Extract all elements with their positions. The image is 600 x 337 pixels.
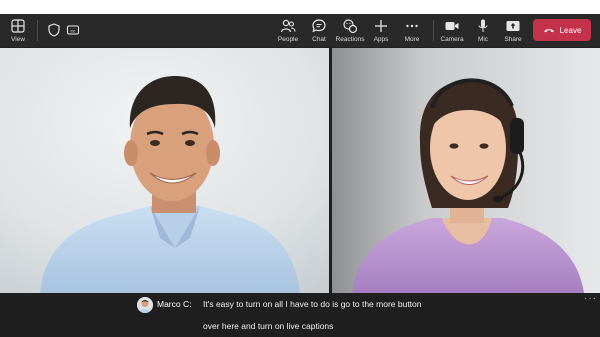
share-button[interactable]: Share — [496, 16, 530, 45]
more-button[interactable]: More — [395, 16, 429, 45]
toolbar-divider — [433, 20, 434, 41]
closed-captions-icon[interactable]: cc — [66, 23, 80, 37]
leave-label: Leave — [559, 25, 582, 35]
reactions-label: Reactions — [335, 36, 365, 43]
grid-view-icon — [11, 19, 25, 33]
chat-button[interactable]: Chat — [302, 16, 336, 45]
meeting-window: View cc People Chat Reactions Apps More … — [0, 14, 600, 337]
reactions-icon — [343, 19, 358, 34]
live-captions-bar: Marco C: It's easy to turn on all I have… — [0, 293, 600, 337]
plus-icon — [375, 20, 387, 32]
share-label: Share — [504, 36, 522, 43]
camera-button[interactable]: Camera — [435, 16, 469, 45]
people-label: People — [277, 36, 299, 43]
microphone-icon — [478, 19, 488, 32]
avatar — [137, 297, 153, 313]
mic-button[interactable]: Mic — [466, 16, 500, 45]
caption-text-line-2: over here and turn on live captions — [203, 321, 334, 331]
video-tile-participant-1[interactable] — [0, 48, 329, 293]
more-icon — [406, 24, 418, 28]
apps-label: Apps — [373, 36, 389, 43]
speaker-avatar-image — [137, 297, 153, 313]
caption-speaker-name: Marco C: — [157, 299, 192, 309]
apps-button[interactable]: Apps — [364, 16, 398, 45]
leave-button[interactable]: Leave — [533, 19, 591, 41]
shield-icon[interactable] — [47, 23, 61, 37]
people-button[interactable]: People — [271, 16, 305, 45]
more-label: More — [404, 36, 420, 43]
view-button[interactable]: View — [1, 16, 35, 45]
participant-video-man — [0, 48, 329, 293]
mic-label: Mic — [477, 36, 489, 43]
camera-label: Camera — [440, 36, 464, 43]
svg-text:cc: cc — [71, 29, 76, 34]
share-screen-icon — [506, 21, 520, 31]
meeting-toolbar: View cc People Chat Reactions Apps More … — [0, 14, 600, 47]
people-icon — [280, 19, 296, 33]
participant-video-woman — [332, 48, 600, 293]
caption-options-icon[interactable]: ··· — [584, 293, 597, 304]
video-tile-participant-2[interactable] — [332, 48, 600, 293]
caption-text-line-1: It's easy to turn on all I have to do is… — [203, 299, 422, 309]
view-label: View — [11, 36, 25, 43]
chat-label: Chat — [312, 36, 326, 43]
camera-icon — [445, 22, 459, 30]
hang-up-icon — [543, 29, 554, 33]
toolbar-divider — [37, 20, 38, 41]
chat-icon — [312, 19, 326, 33]
reactions-button[interactable]: Reactions — [333, 16, 367, 45]
